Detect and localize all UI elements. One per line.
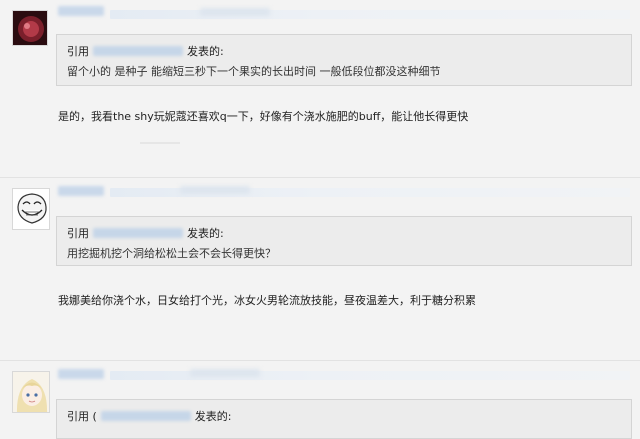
post-1: 引用 发表的: 留个小的 是种子 能缩短三秒下一个果实的长出时间 一般低段位都没… bbox=[0, 0, 640, 170]
reply-text: 我娜美给你浇个水，日女给打个光，冰女火男轮流放技能，昼夜温差大，利于糖分积累 bbox=[58, 294, 476, 307]
quote-suffix: 发表的: bbox=[194, 410, 232, 423]
quote-text: 留个小的 是种子 能缩短三秒下一个果实的长出时间 一般低段位都没这种细节 bbox=[67, 65, 441, 78]
post-meta-blurred bbox=[200, 8, 270, 16]
quote-header: 引用 发表的: bbox=[67, 43, 224, 59]
faint-line bbox=[140, 142, 180, 144]
quote-prefix: 引用 ( bbox=[67, 410, 97, 423]
quote-suffix: 发表的: bbox=[187, 227, 224, 240]
username-blurred[interactable] bbox=[58, 6, 104, 16]
quoted-username-blurred[interactable] bbox=[100, 411, 191, 421]
quote-prefix: 引用 bbox=[67, 45, 89, 58]
quote-block: 引用 发表的: 用挖掘机挖个洞给松松土会不会长得更快？ bbox=[56, 216, 632, 266]
reply-text: 是的，我看the shy玩妮蔻还喜欢q一下，好像有个浇水施肥的buff，能让他长… bbox=[58, 110, 469, 123]
avatar-anime-girl[interactable] bbox=[12, 371, 50, 413]
quote-block: 引用 ( 发表的: bbox=[56, 399, 632, 439]
post-3: 引用 ( 发表的: bbox=[0, 361, 640, 439]
quote-block: 引用 发表的: 留个小的 是种子 能缩短三秒下一个果实的长出时间 一般低段位都没… bbox=[56, 34, 632, 86]
quote-suffix: 发表的: bbox=[187, 45, 224, 58]
post-2: 引用 发表的: 用挖掘机挖个洞给松松土会不会长得更快？ 我娜美给你浇个水，日女给… bbox=[0, 178, 640, 353]
avatar-trollface[interactable] bbox=[12, 188, 50, 230]
quote-text: 用挖掘机挖个洞给松松土会不会长得更快？ bbox=[67, 247, 276, 260]
username-blurred[interactable] bbox=[58, 369, 104, 379]
quoted-username-blurred[interactable] bbox=[93, 46, 183, 56]
post-meta-blurred bbox=[190, 369, 260, 377]
quote-header: 引用 ( 发表的: bbox=[67, 408, 232, 424]
username-blurred[interactable] bbox=[58, 186, 104, 196]
post-header-bar bbox=[110, 371, 630, 380]
quote-prefix: 引用 bbox=[67, 227, 89, 240]
post-meta-blurred bbox=[180, 186, 250, 194]
quote-header: 引用 发表的: bbox=[67, 225, 224, 241]
quoted-username-blurred[interactable] bbox=[93, 228, 183, 238]
avatar-dark-red[interactable] bbox=[12, 10, 48, 46]
post-header-bar bbox=[110, 10, 630, 19]
